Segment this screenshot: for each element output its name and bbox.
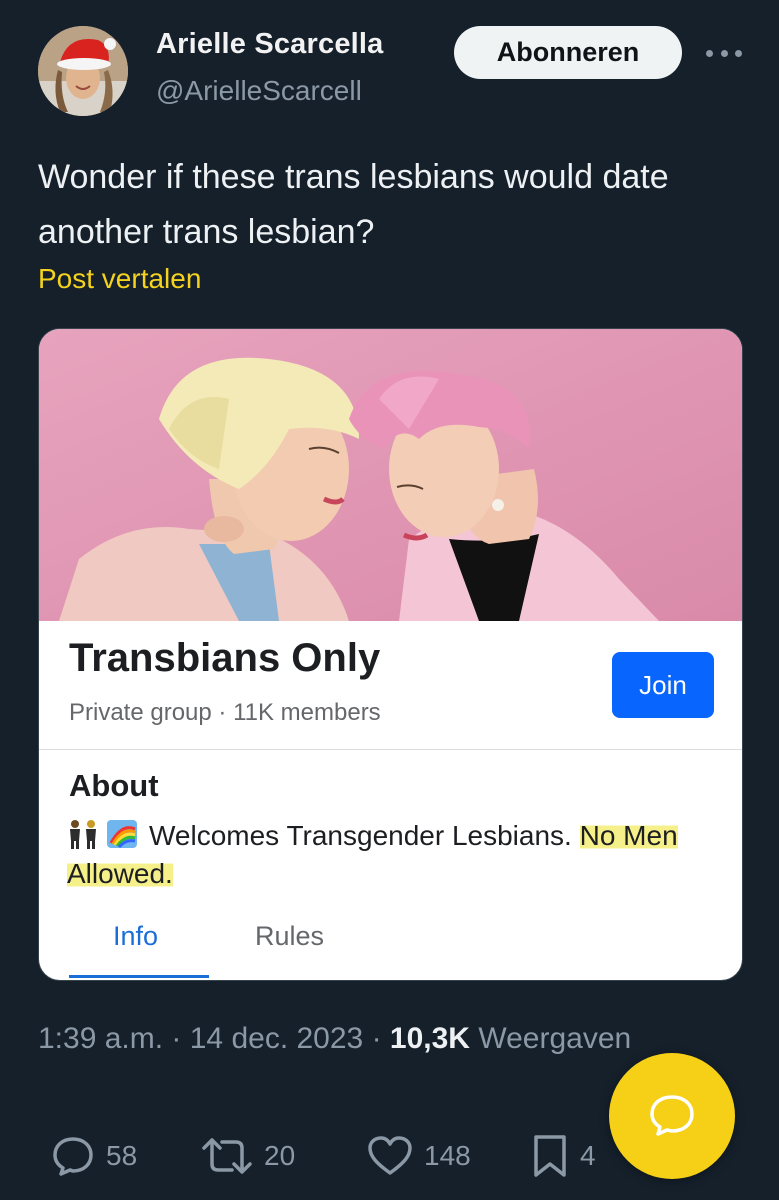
tweet-meta: 1:39 a.m. · 14 dec. 2023 · 10,3K Weergav… [38, 1022, 632, 1055]
repost-count: 20 [264, 1140, 296, 1171]
about-title: About [69, 768, 159, 803]
views-count: 10,3K [389, 1022, 470, 1055]
heart-icon [368, 1136, 412, 1175]
bookmark-icon [534, 1135, 566, 1177]
tab-rules: Rules [255, 921, 325, 951]
repost-button[interactable]: 20 [200, 1128, 295, 1184]
repost-icon [202, 1138, 252, 1174]
reply-count: 58 [106, 1140, 138, 1171]
subscribe-button[interactable]: Abonneren [454, 26, 682, 79]
bookmark-count: 4 [580, 1140, 596, 1171]
tweet-date[interactable]: 14 dec. 2023 [190, 1022, 363, 1055]
tab-info: Info [113, 921, 159, 951]
tweet-text: Wonder if these trans lesbians would dat… [38, 158, 669, 251]
avatar-image [38, 26, 128, 116]
tab-active-indicator [69, 975, 209, 978]
join-button: Join [612, 652, 714, 718]
translate-post-link[interactable]: Post vertalen [38, 263, 201, 295]
about-text-lead: Welcomes Transgender Lesbians. [149, 820, 572, 851]
group-meta: Private group · 11K members [69, 699, 381, 726]
dot [735, 49, 742, 57]
women-rainbow-emoji-icon [70, 820, 137, 849]
divider [39, 749, 742, 750]
bookmark-button[interactable]: 4 [530, 1128, 596, 1184]
tweet-header: Arielle Scarcella @ArielleScarcell Abonn… [38, 24, 748, 120]
attached-image-card[interactable]: Transbians Only Private group · 11K memb… [38, 328, 743, 981]
like-count: 148 [424, 1140, 471, 1171]
avatar[interactable] [38, 26, 128, 116]
floating-reply-button[interactable] [609, 1053, 735, 1179]
group-cover-photo [39, 329, 742, 621]
like-button[interactable]: 148 [366, 1128, 471, 1184]
about-text: Welcomes Transgender Lesbians. No Men Al… [67, 817, 727, 893]
author-name[interactable]: Arielle Scarcella [156, 28, 384, 61]
dot [720, 49, 728, 57]
chat-bubble-icon [650, 1095, 694, 1136]
author-handle[interactable]: @ArielleScarcell [156, 75, 362, 107]
more-horizontal-icon[interactable] [702, 38, 746, 68]
group-name: Transbians Only [69, 636, 381, 680]
reply-icon [53, 1137, 93, 1176]
reply-button[interactable]: 58 [50, 1128, 137, 1184]
tweet-detail-page: Arielle Scarcella @ArielleScarcell Abonn… [0, 0, 779, 1200]
dot [706, 49, 713, 57]
views-label: Weergaven [478, 1022, 632, 1055]
tweet-time[interactable]: 1:39 a.m. [38, 1022, 163, 1055]
